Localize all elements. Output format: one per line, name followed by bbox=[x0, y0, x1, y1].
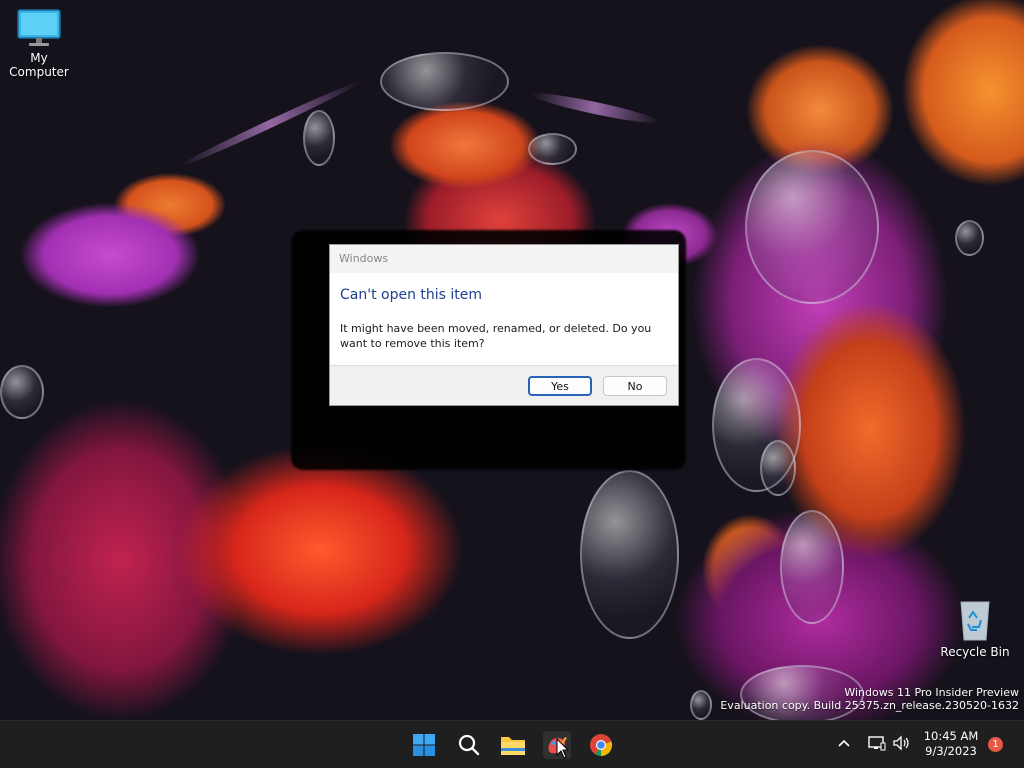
start-button[interactable] bbox=[410, 731, 438, 759]
recycle-bin-icon bbox=[960, 601, 990, 641]
show-hidden-icons-button[interactable] bbox=[836, 735, 852, 754]
desktop-icon-my-computer[interactable]: My Computer bbox=[0, 8, 78, 79]
cant-open-item-dialog: Windows Can't open this item It might ha… bbox=[329, 244, 679, 406]
file-explorer-button[interactable] bbox=[499, 731, 527, 759]
folder-icon bbox=[501, 737, 525, 755]
dialog-footer: Yes No bbox=[330, 365, 678, 405]
dialog-message: It might have been moved, renamed, or de… bbox=[340, 322, 652, 350]
windows-watermark: Windows 11 Pro Insider Preview Evaluatio… bbox=[720, 686, 1019, 712]
clock-date: 9/3/2023 bbox=[925, 744, 977, 758]
desktop-icon-label: Recycle Bin bbox=[940, 645, 1010, 659]
desktop-icon-label: My Computer bbox=[9, 51, 69, 79]
desktop-icon-recycle-bin[interactable]: Recycle Bin bbox=[940, 598, 1010, 659]
mouse-cursor-icon bbox=[556, 738, 570, 759]
search-icon bbox=[458, 734, 480, 756]
monitor-icon bbox=[17, 9, 61, 46]
search-button[interactable] bbox=[455, 731, 483, 759]
yes-button[interactable]: Yes bbox=[528, 376, 592, 396]
watermark-build: Evaluation copy. Build 25375.zn_release.… bbox=[720, 699, 1019, 712]
network-button[interactable] bbox=[868, 735, 886, 754]
notification-badge[interactable]: 1 bbox=[988, 737, 1003, 752]
watermark-edition: Windows 11 Pro Insider Preview bbox=[844, 686, 1019, 699]
windows-start-icon bbox=[413, 734, 435, 756]
chevron-up-icon bbox=[838, 739, 850, 747]
network-icon bbox=[868, 736, 886, 751]
dialog-heading: Can't open this item bbox=[340, 287, 483, 303]
chrome-icon bbox=[590, 734, 613, 757]
speaker-icon bbox=[893, 735, 909, 751]
volume-button[interactable] bbox=[892, 735, 910, 754]
no-button[interactable]: No bbox=[603, 376, 667, 396]
taskbar: 10:45 AM 9/3/2023 1 bbox=[0, 720, 1024, 768]
clock-time: 10:45 AM bbox=[923, 729, 979, 743]
dialog-title: Windows bbox=[330, 245, 678, 273]
clock[interactable]: 10:45 AM 9/3/2023 bbox=[920, 729, 982, 759]
chrome-button[interactable] bbox=[587, 731, 615, 759]
